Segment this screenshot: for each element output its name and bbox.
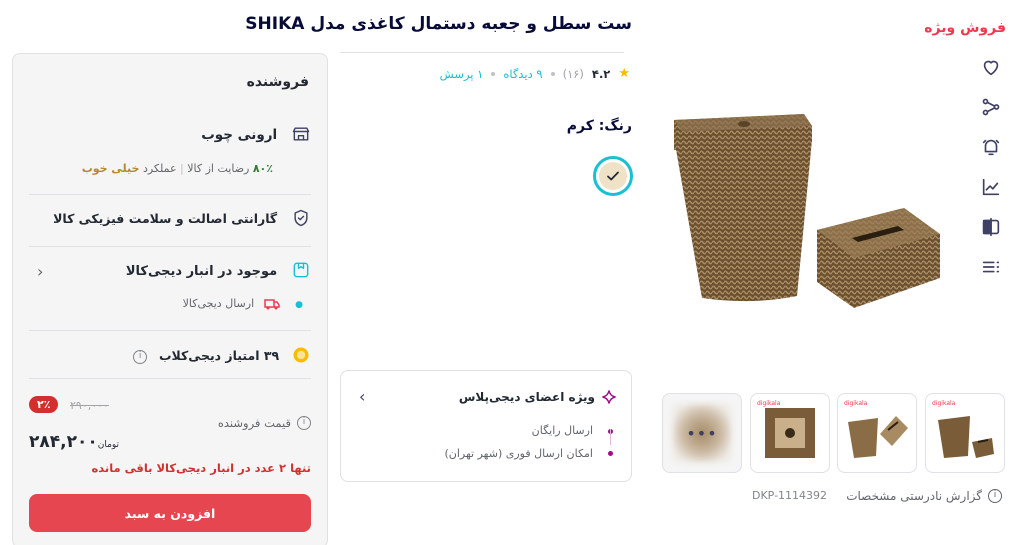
digiplus-title: ویژه اعضای دیجی‌پلاس (458, 390, 595, 404)
add-to-cart-button[interactable]: افزودن به سبد (29, 494, 311, 532)
color-label: رنگ: کرم (566, 118, 632, 134)
compare-icon[interactable] (980, 216, 1004, 240)
stock-title: موجود در انبار دیجی‌کالا (125, 264, 278, 279)
title-divider (340, 52, 624, 53)
report-label: گزارش نادرستی مشخصات (846, 489, 982, 503)
chevron-left-icon[interactable]: ‹ (359, 387, 365, 406)
thumbnail-brand: digikala (932, 400, 956, 407)
seller-box: فروشنده ارونی چوب ۸۰٪ رضایت از کالا | عم… (12, 53, 328, 545)
info-icon[interactable]: i (133, 349, 148, 364)
bullet-dot (608, 451, 613, 456)
club-points: ۳۹ امتیاز دیجی‌کلاب (158, 348, 280, 363)
store-icon (291, 124, 311, 147)
thumbnail-3[interactable]: digikala (750, 393, 830, 473)
performance-value: خیلی خوب (81, 162, 140, 175)
shipping-text: ارسال دیجی‌کالا (182, 297, 255, 310)
thumbnail-brand: digikala (757, 400, 781, 407)
guarantee-text: گارانتی اصالت و سلامت فیزیکی کالا (53, 211, 278, 226)
seller-stats: ۸۰٪ رضایت از کالا | عملکرد خیلی خوب (81, 162, 273, 175)
truck-icon (263, 299, 280, 310)
more-images-dots: ••• (686, 424, 718, 443)
chart-icon[interactable] (980, 176, 1004, 200)
stock-row[interactable]: موجود در انبار دیجی‌کالا ‹ (29, 260, 311, 283)
heart-icon[interactable] (980, 56, 1004, 80)
reviews-link[interactable]: ۹ دیدگاه (503, 67, 542, 81)
satisfaction-label: رضایت از کالا (187, 162, 250, 175)
discount-badge: ۲٪ (29, 396, 59, 413)
share-icon[interactable] (980, 96, 1004, 120)
special-sale-label: فروش ویژه (924, 20, 1006, 36)
separator-dot (550, 71, 555, 76)
info-icon[interactable]: i (297, 416, 311, 430)
swatch-fill (599, 162, 627, 190)
action-icons (980, 56, 1006, 296)
report-link[interactable]: i گزارش نادرستی مشخصات (846, 489, 1002, 503)
shield-check-icon (291, 208, 311, 231)
chevron-left-icon[interactable]: ‹ (37, 262, 43, 281)
bell-icon[interactable] (980, 136, 1004, 160)
seller-name-row[interactable]: ارونی چوب (29, 124, 311, 147)
satisfaction-value: ۸۰٪ (252, 162, 273, 175)
info-icon: i (988, 489, 1002, 503)
digiplus-feature: امکان ارسال فوری (شهر تهران) (444, 447, 593, 460)
thumbnail-2[interactable]: digikala (837, 393, 917, 473)
divider (29, 246, 311, 247)
guarantee-row: گارانتی اصالت و سلامت فیزیکی کالا (29, 208, 311, 231)
check-icon (607, 171, 619, 181)
divider (29, 378, 311, 379)
stock-warning: تنها ۲ عدد در انبار دیجی‌کالا باقی مانده (91, 461, 311, 475)
digiplus-header: ویژه اعضای دیجی‌پلاس (459, 389, 617, 405)
product-image[interactable] (652, 100, 952, 325)
sparkle-icon (602, 390, 616, 404)
color-swatch-cream[interactable] (593, 156, 633, 196)
performance-label: عملکرد (142, 162, 177, 175)
old-price: ۲۹۰,۰۰۰ (70, 399, 109, 412)
product-title: ست سطل و جعبه دستمال کاغذی مدل SHIKA (245, 14, 632, 34)
divider (29, 330, 311, 331)
rating-row: ★ ۴.۲ (۱۶) ۹ دیدگاه ۱ پرسش (440, 66, 630, 81)
seller-heading: فروشنده (246, 74, 309, 90)
bullet-dot: ● (295, 300, 303, 310)
bullet-line (610, 429, 611, 445)
thumbnail-more[interactable]: ••• (662, 393, 742, 473)
price-label: قیمت فروشنده (217, 416, 291, 430)
price-value: ۲۸۴,۲۰۰ (29, 432, 98, 452)
questions-link[interactable]: ۱ پرسش (440, 67, 484, 81)
currency-label: تومان (97, 440, 120, 450)
product-code: DKP-1114392 (752, 489, 828, 502)
digiplus-card[interactable]: ویژه اعضای دیجی‌پلاس ‹ ارسال رایگان امکا… (340, 370, 632, 482)
shipping-row: ● ارسال دیجی‌کالا (29, 297, 303, 311)
coin-icon (291, 345, 311, 368)
warehouse-icon (291, 260, 311, 283)
list-icon[interactable] (980, 256, 1004, 280)
rating-score: ۴.۲ (591, 66, 611, 81)
star-icon: ★ (618, 66, 630, 81)
thumbnail-1[interactable]: digikala (925, 393, 1005, 473)
rating-count: (۱۶) (562, 66, 584, 81)
final-price: ۲۸۴,۲۰۰تومان (29, 432, 122, 452)
separator-dot (491, 71, 496, 76)
seller-name: ارونی چوب (201, 127, 278, 143)
divider (29, 194, 311, 195)
club-row: ۳۹ امتیاز دیجی‌کلاب i (29, 345, 311, 368)
thumbnail-brand: digikala (844, 400, 868, 407)
digiplus-feature: ارسال رایگان (531, 424, 593, 437)
price-label-row: i قیمت فروشنده (218, 416, 311, 430)
